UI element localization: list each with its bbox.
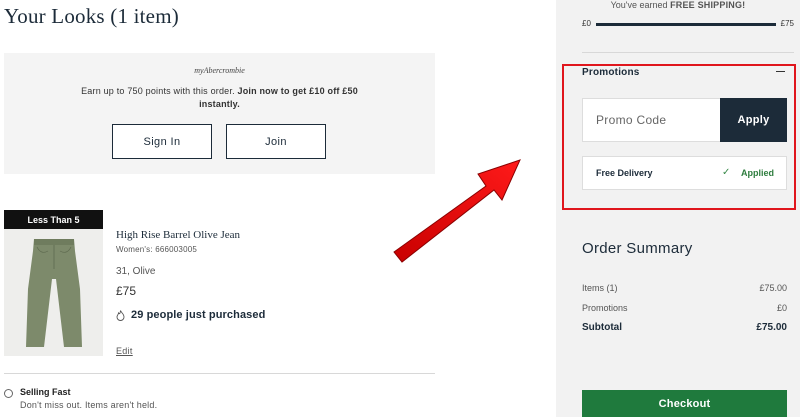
product-image[interactable] bbox=[4, 229, 103, 356]
loyalty-brand-logo: myAbercrombie bbox=[194, 66, 245, 75]
stock-badge: Less Than 5 bbox=[4, 210, 103, 229]
page-title: Your Looks (1 item) bbox=[4, 4, 179, 28]
shipping-progress: £0 £75 bbox=[582, 19, 794, 31]
free-shipping-message: You've earned FREE SHIPPING! bbox=[556, 0, 800, 10]
social-proof-text: 29 people just purchased bbox=[131, 309, 266, 321]
loyalty-message: Earn up to 750 points with this order. J… bbox=[64, 85, 375, 111]
selling-fast-subtitle: Don't miss out. Items aren't held. bbox=[20, 400, 158, 410]
applied-status: Applied bbox=[741, 168, 774, 178]
summary-row-items: Items (1) £75.00 bbox=[582, 283, 787, 293]
apply-promo-button[interactable]: Apply bbox=[720, 98, 787, 142]
free-shipping-bold: FREE SHIPPING! bbox=[670, 0, 746, 10]
check-icon: ✓ bbox=[722, 167, 731, 178]
summary-value: £0 bbox=[776, 303, 787, 313]
shipping-progress-bar bbox=[596, 23, 776, 26]
applied-promotion: Free Delivery ✓ Applied bbox=[582, 156, 787, 190]
order-summary-title: Order Summary bbox=[582, 240, 693, 257]
promotions-title[interactable]: Promotions bbox=[582, 67, 640, 78]
free-shipping-text: You've earned bbox=[610, 0, 668, 10]
checkout-button[interactable]: Checkout bbox=[582, 390, 787, 417]
loyalty-message-text: Earn up to 750 points with this order. bbox=[81, 86, 235, 96]
annotation-arrow-icon bbox=[393, 159, 521, 263]
summary-label: Items (1) bbox=[582, 283, 618, 293]
loyalty-banner: myAbercrombie Earn up to 750 points with… bbox=[4, 53, 435, 174]
promo-code-input[interactable] bbox=[582, 98, 720, 142]
product-price: £75 bbox=[116, 284, 137, 298]
collapse-icon[interactable] bbox=[776, 71, 785, 72]
cart-sidebar: You've earned FREE SHIPPING! £0 £75 Prom… bbox=[556, 0, 800, 417]
summary-value: £75.00 bbox=[756, 322, 787, 333]
social-proof: 29 people just purchased bbox=[116, 309, 265, 321]
divider bbox=[582, 52, 794, 53]
summary-value: £75.00 bbox=[759, 283, 787, 293]
fire-icon bbox=[116, 309, 125, 321]
shipping-max-label: £75 bbox=[780, 19, 794, 28]
summary-label: Promotions bbox=[582, 303, 628, 313]
product-id: Women's: 666003005 bbox=[116, 245, 198, 254]
summary-label: Subtotal bbox=[582, 322, 622, 333]
clock-icon bbox=[4, 389, 13, 398]
summary-row-subtotal: Subtotal £75.00 bbox=[582, 322, 787, 333]
selling-fast-title: Selling Fast bbox=[20, 387, 71, 397]
join-button[interactable]: Join bbox=[226, 124, 326, 159]
product-variant: 31, Olive bbox=[116, 266, 156, 277]
sign-in-button[interactable]: Sign In bbox=[112, 124, 212, 159]
jeans-image bbox=[4, 229, 103, 356]
product-name[interactable]: High Rise Barrel Olive Jean bbox=[116, 229, 240, 241]
shipping-min-label: £0 bbox=[582, 19, 591, 28]
applied-promotion-name: Free Delivery bbox=[596, 168, 653, 178]
summary-row-promotions: Promotions £0 bbox=[582, 303, 787, 313]
edit-link[interactable]: Edit bbox=[116, 346, 133, 356]
divider bbox=[4, 373, 435, 374]
